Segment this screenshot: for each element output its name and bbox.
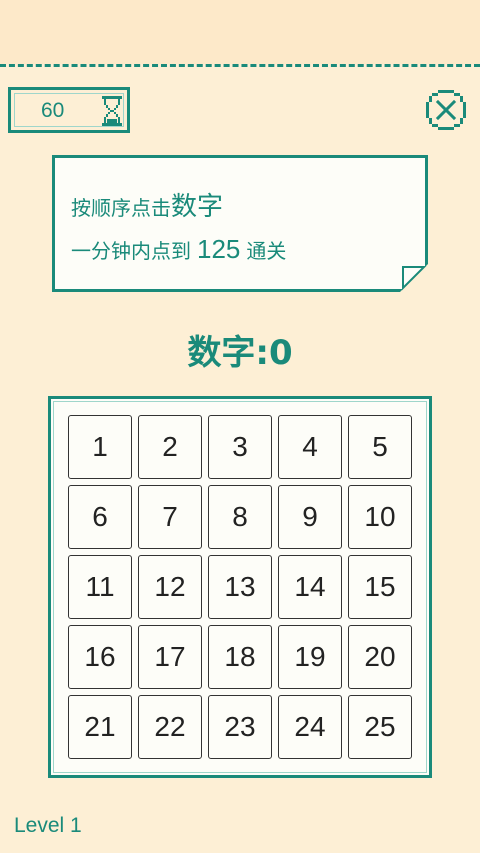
number-tile[interactable]: 10 [348, 485, 412, 549]
number-board: 1 2 3 4 5 6 7 8 9 10 11 12 13 14 15 16 17 18 19 20 21 22 23 24 2… [48, 396, 432, 778]
close-icon[interactable] [424, 88, 468, 132]
number-tile[interactable]: 9 [278, 485, 342, 549]
goal-suffix: 通关 [246, 239, 287, 263]
number-tile[interactable]: 8 [208, 485, 272, 549]
instruction-emphasis: 数字 [171, 192, 224, 222]
hourglass-icon [102, 96, 122, 126]
number-tile[interactable]: 18 [208, 625, 272, 689]
instruction-line-1: 按顺序点击数字 [71, 186, 223, 223]
number-tile[interactable]: 17 [138, 625, 202, 689]
number-tile[interactable]: 11 [68, 555, 132, 619]
number-tile[interactable]: 21 [68, 695, 132, 759]
number-tile[interactable]: 19 [278, 625, 342, 689]
number-tile[interactable]: 23 [208, 695, 272, 759]
timer-value: 60 [41, 99, 65, 122]
top-strip [0, 0, 480, 64]
instruction-note: 按顺序点击数字 一分钟内点到 125 通关 [52, 155, 428, 292]
number-tile[interactable]: 16 [68, 625, 132, 689]
goal-target: 125 [197, 234, 241, 264]
tile-grid: 1 2 3 4 5 6 7 8 9 10 11 12 13 14 15 16 17 18 19 20 21 22 23 24 2… [68, 415, 412, 759]
number-tile[interactable]: 22 [138, 695, 202, 759]
number-tile[interactable]: 15 [348, 555, 412, 619]
level-label: Level 1 [14, 814, 82, 837]
goal-prefix: 一分钟内点到 [71, 239, 191, 263]
number-tile[interactable]: 5 [348, 415, 412, 479]
number-tile[interactable]: 24 [278, 695, 342, 759]
number-tile[interactable]: 4 [278, 415, 342, 479]
number-tile[interactable]: 14 [278, 555, 342, 619]
dashed-divider [0, 64, 480, 67]
number-tile[interactable]: 20 [348, 625, 412, 689]
number-tile[interactable]: 2 [138, 415, 202, 479]
number-tile[interactable]: 12 [138, 555, 202, 619]
number-tile[interactable]: 7 [138, 485, 202, 549]
number-tile[interactable]: 13 [208, 555, 272, 619]
timer-box: 60 [8, 87, 130, 133]
instruction-prefix: 按顺序点击 [71, 196, 171, 220]
number-tile[interactable]: 1 [68, 415, 132, 479]
page-curl-icon [400, 264, 428, 292]
number-tile[interactable]: 6 [68, 485, 132, 549]
number-tile[interactable]: 25 [348, 695, 412, 759]
number-tile[interactable]: 3 [208, 415, 272, 479]
score-display: 数字:0 [187, 333, 293, 373]
instruction-line-2: 一分钟内点到 125 通关 [71, 234, 286, 265]
